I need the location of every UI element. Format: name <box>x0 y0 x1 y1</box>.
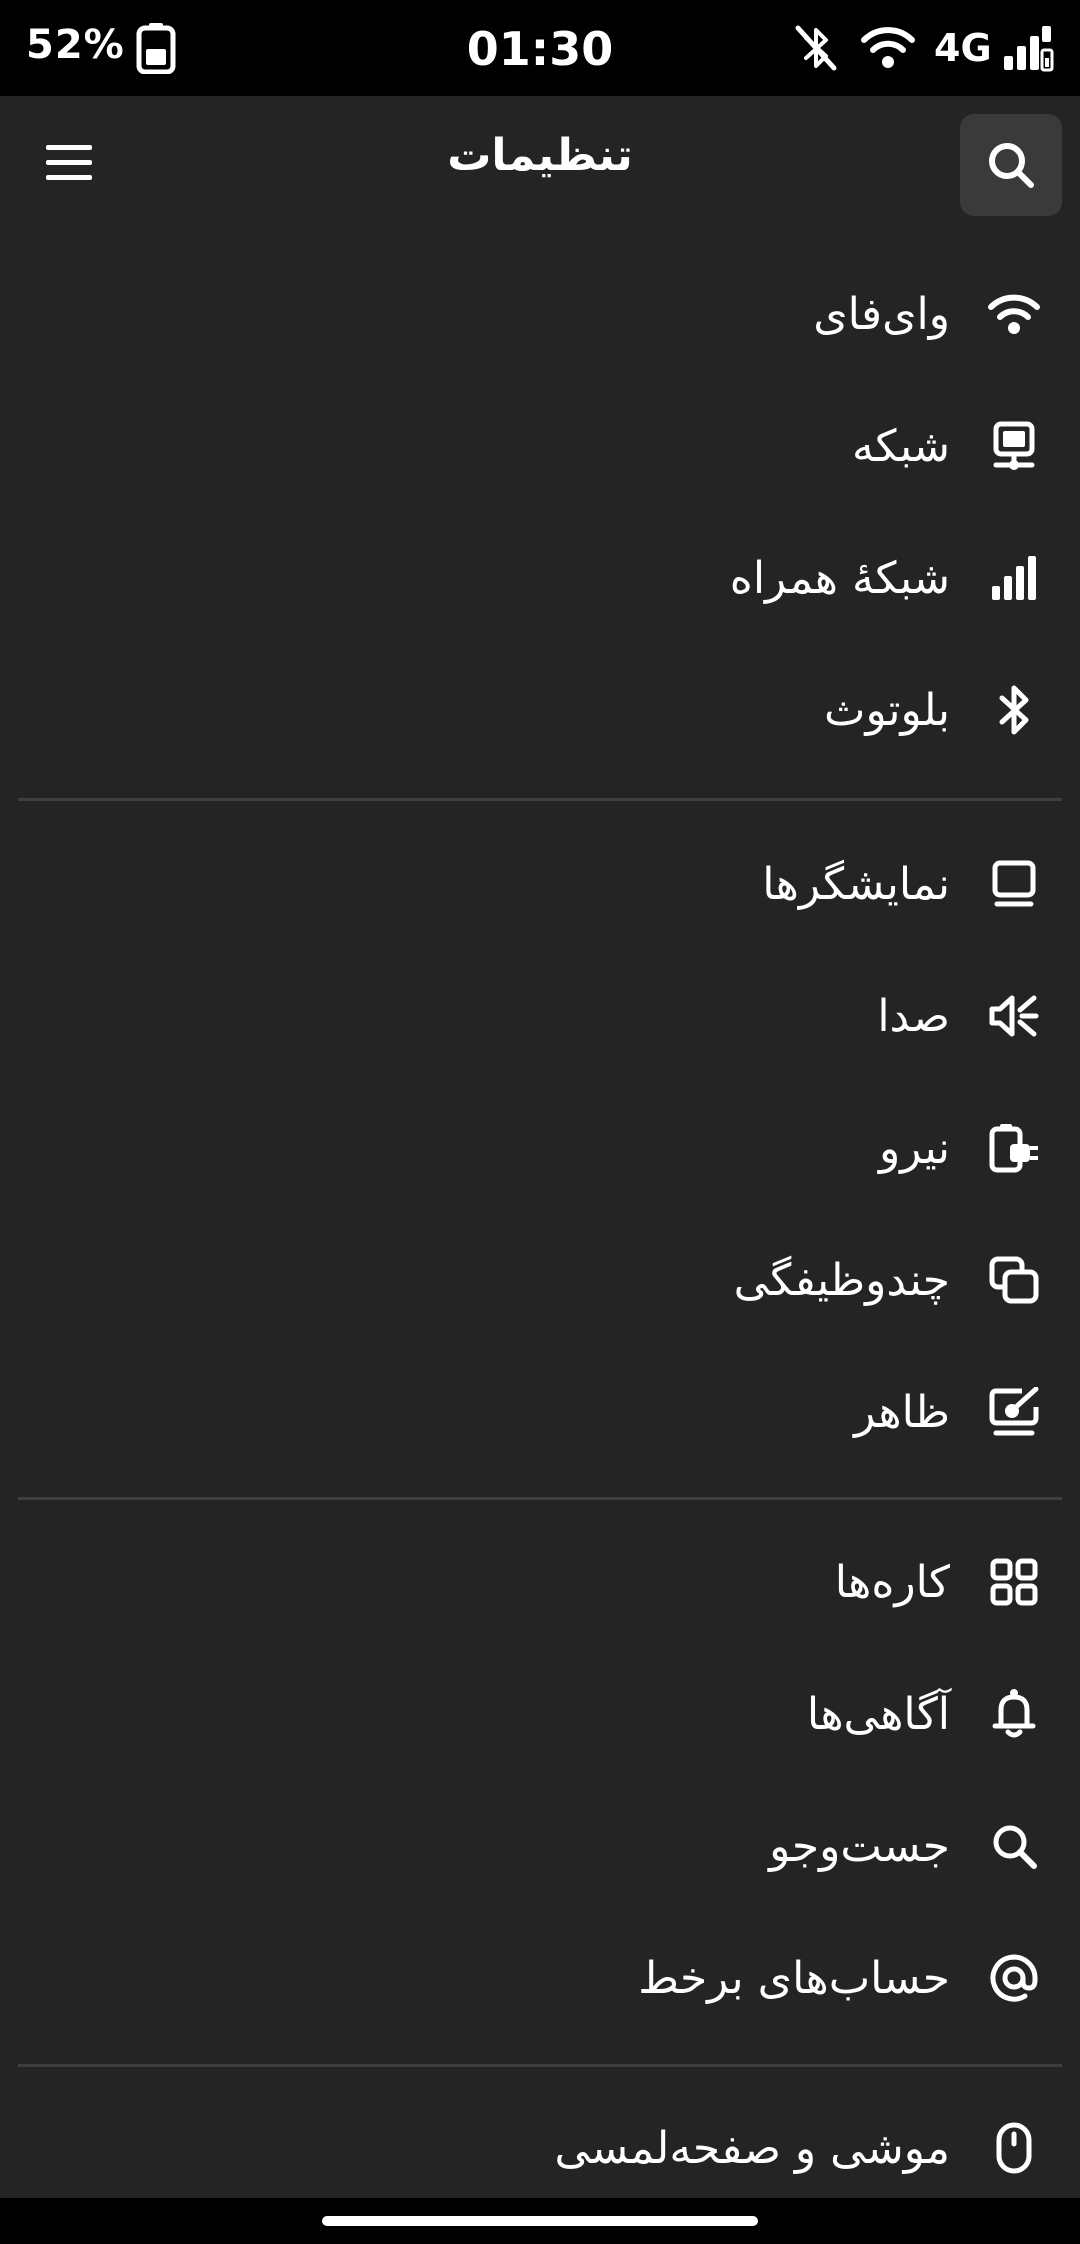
clock: 01:30 <box>466 22 614 76</box>
search-icon <box>986 140 1036 190</box>
bluetooth-off-icon <box>790 22 842 74</box>
apps-grid-icon <box>984 1552 1044 1612</box>
settings-item-label: بلوتوث <box>824 684 950 736</box>
appearance-icon <box>984 1382 1044 1442</box>
divider <box>18 798 1062 801</box>
settings-item-label: موشی و صفحه‌لمسی <box>554 2122 950 2174</box>
settings-item-mobile-network[interactable]: شبکهٔ همراه <box>18 512 1062 644</box>
page-title: تنظیمات <box>447 130 633 181</box>
signal-icon <box>1002 22 1054 74</box>
bluetooth-icon <box>984 680 1044 740</box>
multitasking-icon <box>984 1250 1044 1310</box>
home-gesture-handle[interactable] <box>322 2216 758 2226</box>
settings-item-displays[interactable]: نمایشگرها <box>18 818 1062 950</box>
settings-item-label: حساب‌های برخط <box>638 1952 950 2004</box>
settings-item-label: جست‌وجو <box>769 1820 950 1872</box>
at-sign-icon <box>984 1948 1044 2008</box>
settings-item-bluetooth[interactable]: بلوتوث <box>18 644 1062 776</box>
settings-item-label: صدا <box>877 990 950 1042</box>
wifi-icon <box>860 24 916 72</box>
settings-item-power[interactable]: نیرو <box>18 1082 1062 1214</box>
network-icon <box>984 416 1044 476</box>
wifi-icon <box>984 284 1044 344</box>
settings-item-online-accounts[interactable]: حساب‌های برخط <box>18 1912 1062 2044</box>
search-icon <box>984 1816 1044 1876</box>
navigation-bar <box>0 2198 1080 2244</box>
settings-item-mouse-touchpad[interactable]: موشی و صفحه‌لمسی <box>18 2082 1062 2214</box>
signal-icon <box>984 548 1044 608</box>
bell-icon <box>984 1684 1044 1744</box>
network-type: 4G <box>934 26 992 70</box>
settings-item-label: کاره‌ها <box>834 1556 950 1608</box>
settings-item-apps[interactable]: کاره‌ها <box>18 1516 1062 1648</box>
settings-item-notifications[interactable]: آگاهی‌ها <box>18 1648 1062 1780</box>
settings-item-search[interactable]: جست‌وجو <box>18 1780 1062 1912</box>
settings-item-network[interactable]: شبکه <box>18 380 1062 512</box>
speaker-icon <box>984 986 1044 1046</box>
display-icon <box>984 854 1044 914</box>
settings-item-label: وای‌فای <box>813 288 950 340</box>
settings-item-label: شبکهٔ همراه <box>729 552 950 604</box>
settings-item-label: آگاهی‌ها <box>806 1688 950 1740</box>
battery-plug-icon <box>984 1118 1044 1178</box>
settings-item-label: ظاهر <box>854 1386 950 1438</box>
settings-item-label: نمایشگرها <box>762 858 950 910</box>
settings-item-label: نیرو <box>878 1122 950 1174</box>
settings-app: تنظیمات وای‌فای <box>0 96 1080 2198</box>
status-bar: 52% 01:30 4G <box>0 0 1080 96</box>
mouse-icon <box>984 2118 1044 2178</box>
screen: 52% 01:30 4G <box>0 0 1080 2244</box>
settings-item-multitasking[interactable]: چندوظیفگی <box>18 1214 1062 1346</box>
settings-item-sound[interactable]: صدا <box>18 950 1062 1082</box>
divider <box>18 2064 1062 2067</box>
settings-item-label: چندوظیفگی <box>733 1254 950 1306</box>
settings-item-appearance[interactable]: ظاهر <box>18 1346 1062 1478</box>
settings-item-label: شبکه <box>851 420 950 472</box>
header-bar: تنظیمات <box>0 96 1080 234</box>
divider <box>18 1497 1062 1500</box>
settings-item-wifi[interactable]: وای‌فای <box>18 248 1062 380</box>
search-button[interactable] <box>960 114 1062 216</box>
